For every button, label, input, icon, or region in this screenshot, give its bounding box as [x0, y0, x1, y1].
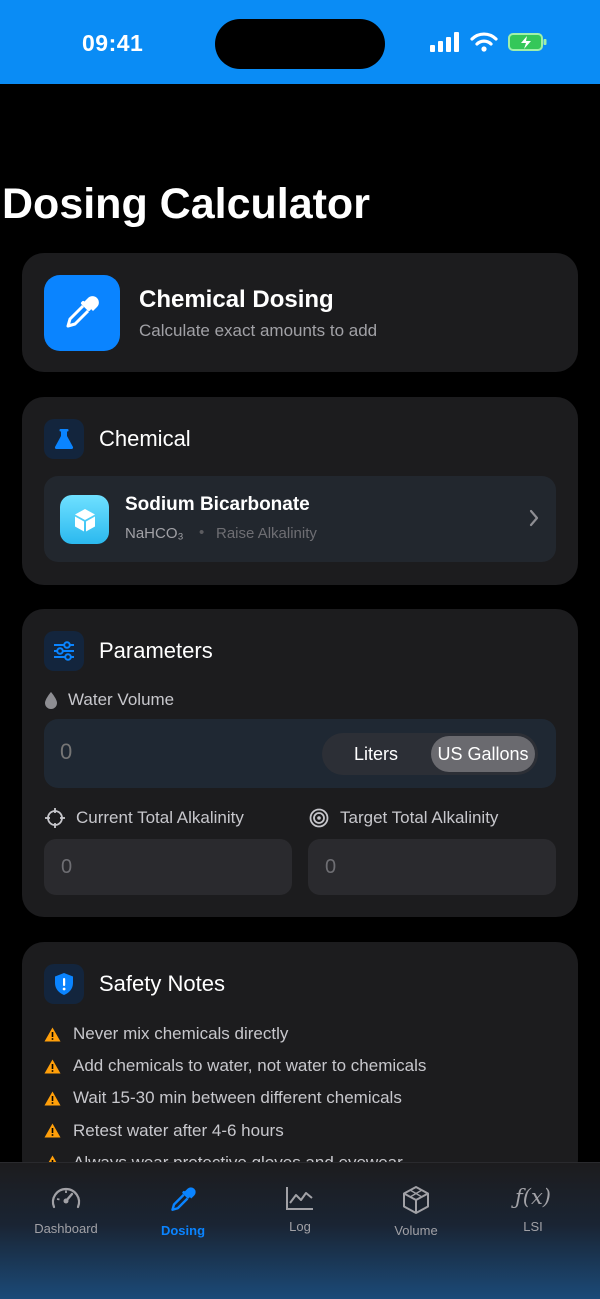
safety-item: Add chemicals to water, not water to che…: [44, 1050, 426, 1082]
safety-item-text: Add chemicals to water, not water to che…: [73, 1056, 427, 1076]
warning-icon: [44, 1027, 61, 1042]
tab-volume[interactable]: Volume: [361, 1185, 471, 1238]
safety-item: Never mix chemicals directly: [44, 1018, 426, 1050]
safety-item-text: Retest water after 4-6 hours: [73, 1120, 284, 1140]
unit-option-us-gallons[interactable]: US Gallons: [431, 736, 535, 772]
safety-item-text: Never mix chemicals directly: [73, 1024, 289, 1044]
safety-item: Wait 15-30 min between different chemica…: [44, 1082, 426, 1114]
safety-item-text: Wait 15-30 min between different chemica…: [73, 1088, 402, 1108]
water-volume-label: Water Volume: [68, 690, 175, 709]
hero-subtitle: Calculate exact amounts to add: [139, 321, 378, 340]
gauge-icon: [51, 1187, 81, 1209]
unit-segmented-control: Liters US Gallons: [322, 733, 538, 775]
target-icon: [309, 808, 329, 828]
status-icons: [430, 32, 548, 52]
signal-icon: [430, 32, 459, 52]
wifi-icon: [470, 32, 498, 52]
battery-icon: [508, 33, 547, 51]
current-ta-input[interactable]: 0: [44, 839, 292, 895]
parameters-card: Parameters Water Volume Liters US Gallon…: [22, 609, 578, 917]
warning-icon: [44, 1123, 61, 1138]
tab-lsi[interactable]: ƒ(x) LSI: [478, 1185, 588, 1234]
tab-log[interactable]: Log: [245, 1185, 355, 1234]
current-ta-label-row: Current Total Alkalinity: [44, 807, 244, 829]
cube-icon: [403, 1186, 429, 1214]
chemical-name: Sodium Bicarbonate: [125, 494, 310, 515]
target-ta-input[interactable]: 0: [308, 839, 556, 895]
chemical-formula: NaHCO₃: [125, 525, 184, 542]
tab-dosing[interactable]: Dosing: [128, 1185, 238, 1238]
chevron-right-icon: [529, 509, 539, 527]
tab-label-dosing: Dosing: [160, 1223, 206, 1238]
tab-label-dashboard: Dashboard: [34, 1221, 98, 1236]
target-ta-label-row: Target Total Alkalinity: [308, 807, 498, 829]
status-bar: 09:41: [0, 0, 600, 84]
page-title: Dosing Calculator: [2, 180, 370, 228]
section-title-safety: Safety Notes: [99, 971, 225, 996]
chemical-card: Chemical Sodium Bicarbonate NaHCO₃ • Rai…: [22, 397, 578, 585]
safety-list: Never mix chemicals directly Add chemica…: [44, 1018, 426, 1179]
shield-icon: [44, 964, 84, 1004]
sliders-icon: [44, 631, 84, 671]
dropper-icon: [171, 1187, 196, 1211]
chemical-purpose: Raise Alkalinity: [216, 525, 317, 542]
current-ta-label: Current Total Alkalinity: [76, 808, 244, 827]
tab-label-log: Log: [289, 1219, 311, 1234]
cube-icon: [60, 495, 109, 544]
water-volume-input[interactable]: [60, 739, 260, 765]
chemical-dosing-card: Chemical Dosing Calculate exact amounts …: [22, 253, 578, 372]
crosshair-icon: [45, 808, 65, 828]
unit-option-liters[interactable]: Liters: [326, 736, 426, 772]
target-ta-label: Target Total Alkalinity: [340, 808, 499, 827]
section-title-chemical: Chemical: [99, 426, 191, 451]
status-time: 09:41: [82, 30, 144, 56]
tab-dashboard[interactable]: Dashboard: [11, 1185, 121, 1236]
warning-icon: [44, 1091, 61, 1106]
water-volume-box: Liters US Gallons: [44, 719, 556, 788]
dynamic-island: [215, 19, 385, 69]
function-icon: ƒ(x): [514, 1185, 551, 1209]
separator-dot: •: [199, 524, 205, 541]
tab-label-volume: Volume: [394, 1223, 438, 1238]
chart-line-icon: [286, 1187, 313, 1210]
water-volume-label-row: Water Volume: [44, 690, 174, 710]
section-title-parameters: Parameters: [99, 638, 213, 663]
flask-icon: [44, 419, 84, 459]
chemical-selector[interactable]: Sodium Bicarbonate NaHCO₃ • Raise Alkali…: [44, 476, 556, 562]
tab-bar: Dashboard Dosing Log Volume ƒ(x) LSI: [0, 1162, 600, 1299]
dropper-icon: [44, 275, 120, 351]
safety-item: Retest water after 4-6 hours: [44, 1115, 426, 1147]
tab-label-lsi: LSI: [523, 1219, 543, 1234]
warning-icon: [44, 1059, 61, 1074]
hero-title: Chemical Dosing: [139, 286, 334, 313]
drop-icon: [45, 692, 57, 709]
safety-notes-card: Safety Notes Never mix chemicals directl…: [22, 942, 578, 1182]
